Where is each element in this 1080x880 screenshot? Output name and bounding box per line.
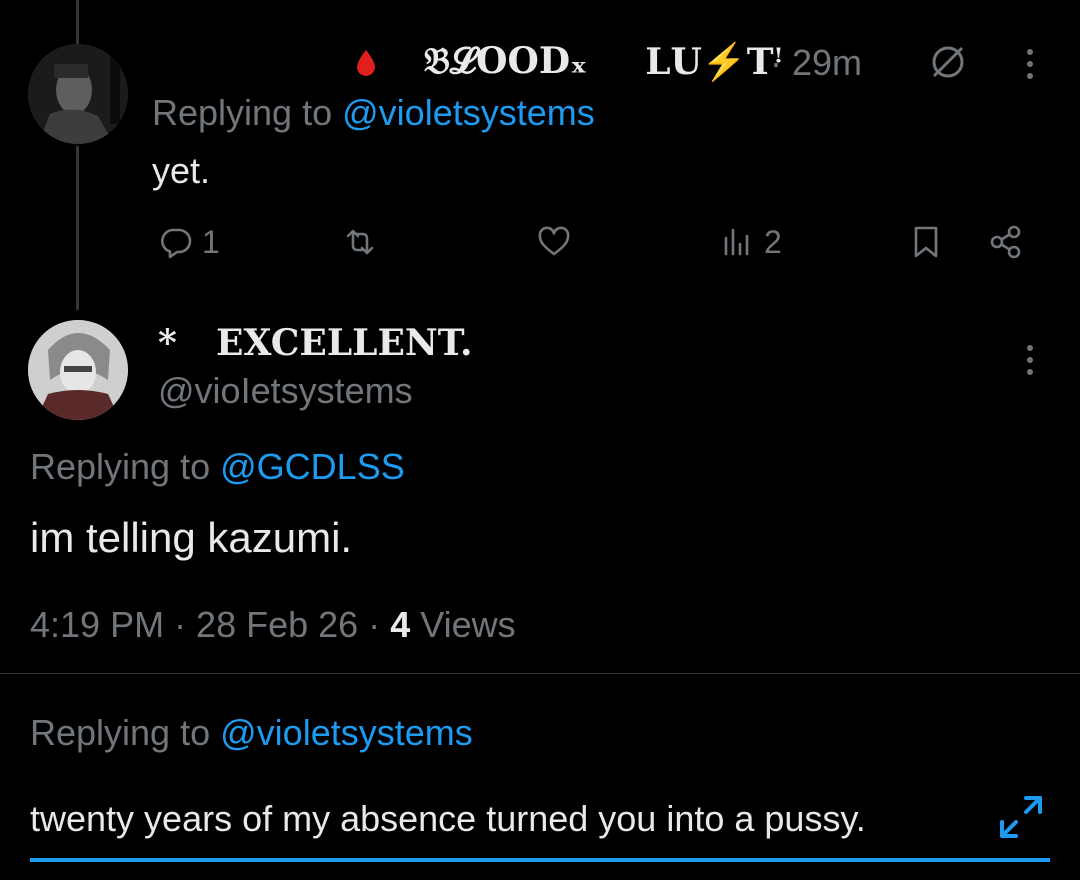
retweet-button[interactable] xyxy=(342,222,386,262)
divider xyxy=(0,673,1080,674)
timestamp-text: 4:19 PM · 28 Feb 26 · xyxy=(30,604,381,645)
avatar[interactable] xyxy=(28,320,128,420)
display-name-part2: 𝐋𝐔⚡𝐓ꜝ xyxy=(645,40,784,83)
thread-line-top xyxy=(76,0,79,46)
reply-count: 1 xyxy=(202,223,220,260)
main-handle[interactable]: @vioIetsystems xyxy=(158,370,413,412)
replying-to-link[interactable]: @violetsystems xyxy=(342,92,595,133)
reply-input[interactable]: twenty years of my absence turned you in… xyxy=(30,798,866,840)
replying-label: Replying to xyxy=(152,92,333,133)
blood-drop-icon xyxy=(357,49,375,76)
views-label: Views xyxy=(420,604,516,645)
replying-to-link[interactable]: @violetsystems xyxy=(220,712,473,753)
avatar[interactable] xyxy=(28,44,128,144)
parent-post-age[interactable]: · 29m xyxy=(770,42,862,84)
like-button[interactable] xyxy=(536,222,580,262)
replying-label: Replying to xyxy=(30,446,211,487)
display-name-part1: 𝔅𝓛𝐎𝐎𝐃ₓ xyxy=(424,40,588,82)
parent-post-text: yet. xyxy=(152,150,211,191)
views-count: 2 xyxy=(764,223,782,260)
replying-to-link[interactable]: @GCDLSS xyxy=(220,446,405,487)
thread-line xyxy=(76,146,79,310)
share-button[interactable] xyxy=(988,222,1024,262)
main-display-name[interactable]: * EXCELLENT. xyxy=(158,322,472,364)
input-focus-underline xyxy=(30,858,1050,862)
reply-button[interactable]: 1 xyxy=(158,222,220,262)
display-name: EXCELLENT. xyxy=(216,322,473,364)
post-timestamp[interactable]: 4:19 PM · 28 Feb 26 · 4 Views xyxy=(30,604,516,646)
bookmark-button[interactable] xyxy=(908,222,944,262)
retweet-icon xyxy=(346,229,374,255)
bookmark-icon xyxy=(914,226,938,258)
more-icon[interactable] xyxy=(1018,342,1042,378)
views-icon xyxy=(724,228,749,256)
share-icon xyxy=(990,225,1021,259)
views-count: 4 xyxy=(390,604,411,645)
replying-label: Replying to xyxy=(30,712,211,753)
name-star: * xyxy=(158,322,177,364)
expand-icon[interactable] xyxy=(996,792,1046,842)
more-icon[interactable] xyxy=(1018,46,1042,82)
views-button[interactable]: 2 xyxy=(720,222,782,262)
no-sign-icon xyxy=(932,46,964,78)
composer-replying-to: Replying to @violetsystems xyxy=(30,712,473,754)
avatar-image-icon xyxy=(28,44,128,144)
main-replying-to: Replying to @GCDLSS xyxy=(30,446,405,488)
reply-icon xyxy=(161,228,192,259)
main-post-text: im telling kazumi. xyxy=(30,514,353,561)
parent-display-name[interactable]: 𝔅𝓛𝐎𝐎𝐃ₓ 𝐋𝐔⚡𝐓ꜝ xyxy=(346,40,784,83)
avatar-image-icon xyxy=(28,320,128,420)
parent-replying-to: Replying to @violetsystems xyxy=(152,92,595,134)
like-icon xyxy=(538,226,570,256)
